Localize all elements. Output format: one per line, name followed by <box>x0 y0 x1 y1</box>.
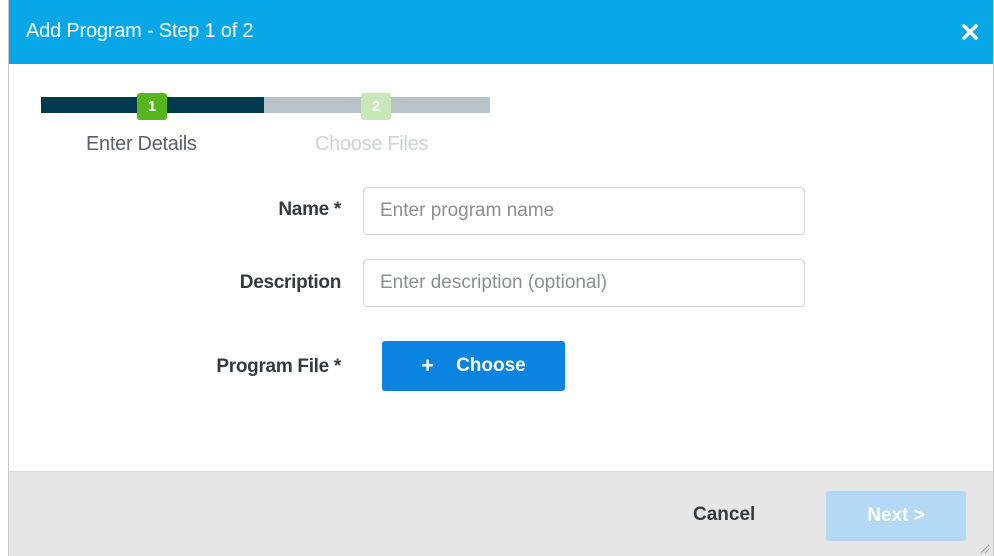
dialog-footer: Cancel Next > <box>9 471 993 556</box>
wizard-stepper: 1 2 Enter Details Choose Files <box>41 93 501 167</box>
dialog-header: Add Program - Step 1 of 2 <box>9 0 993 64</box>
choose-file-button[interactable]: + Choose <box>382 341 565 391</box>
name-label: Name * <box>278 199 341 220</box>
step-2-badge: 2 <box>361 93 391 120</box>
choose-button-label: Choose <box>456 355 526 376</box>
program-file-label: Program File * <box>216 356 341 377</box>
step-2-label: Choose Files <box>315 133 429 155</box>
plus-icon: + <box>421 353 435 378</box>
add-program-dialog: Add Program - Step 1 of 2 1 2 Enter Deta… <box>8 0 994 556</box>
description-input[interactable] <box>363 259 805 307</box>
step-1-label: Enter Details <box>86 133 197 155</box>
cancel-button[interactable]: Cancel <box>693 504 755 526</box>
description-label: Description <box>239 272 342 293</box>
close-icon[interactable] <box>959 21 981 43</box>
dialog-title: Add Program - Step 1 of 2 <box>26 20 254 42</box>
resize-grip-icon[interactable] <box>978 541 990 554</box>
program-name-input[interactable] <box>363 187 805 235</box>
step-1-badge: 1 <box>137 93 167 120</box>
next-button[interactable]: Next > <box>826 491 966 541</box>
